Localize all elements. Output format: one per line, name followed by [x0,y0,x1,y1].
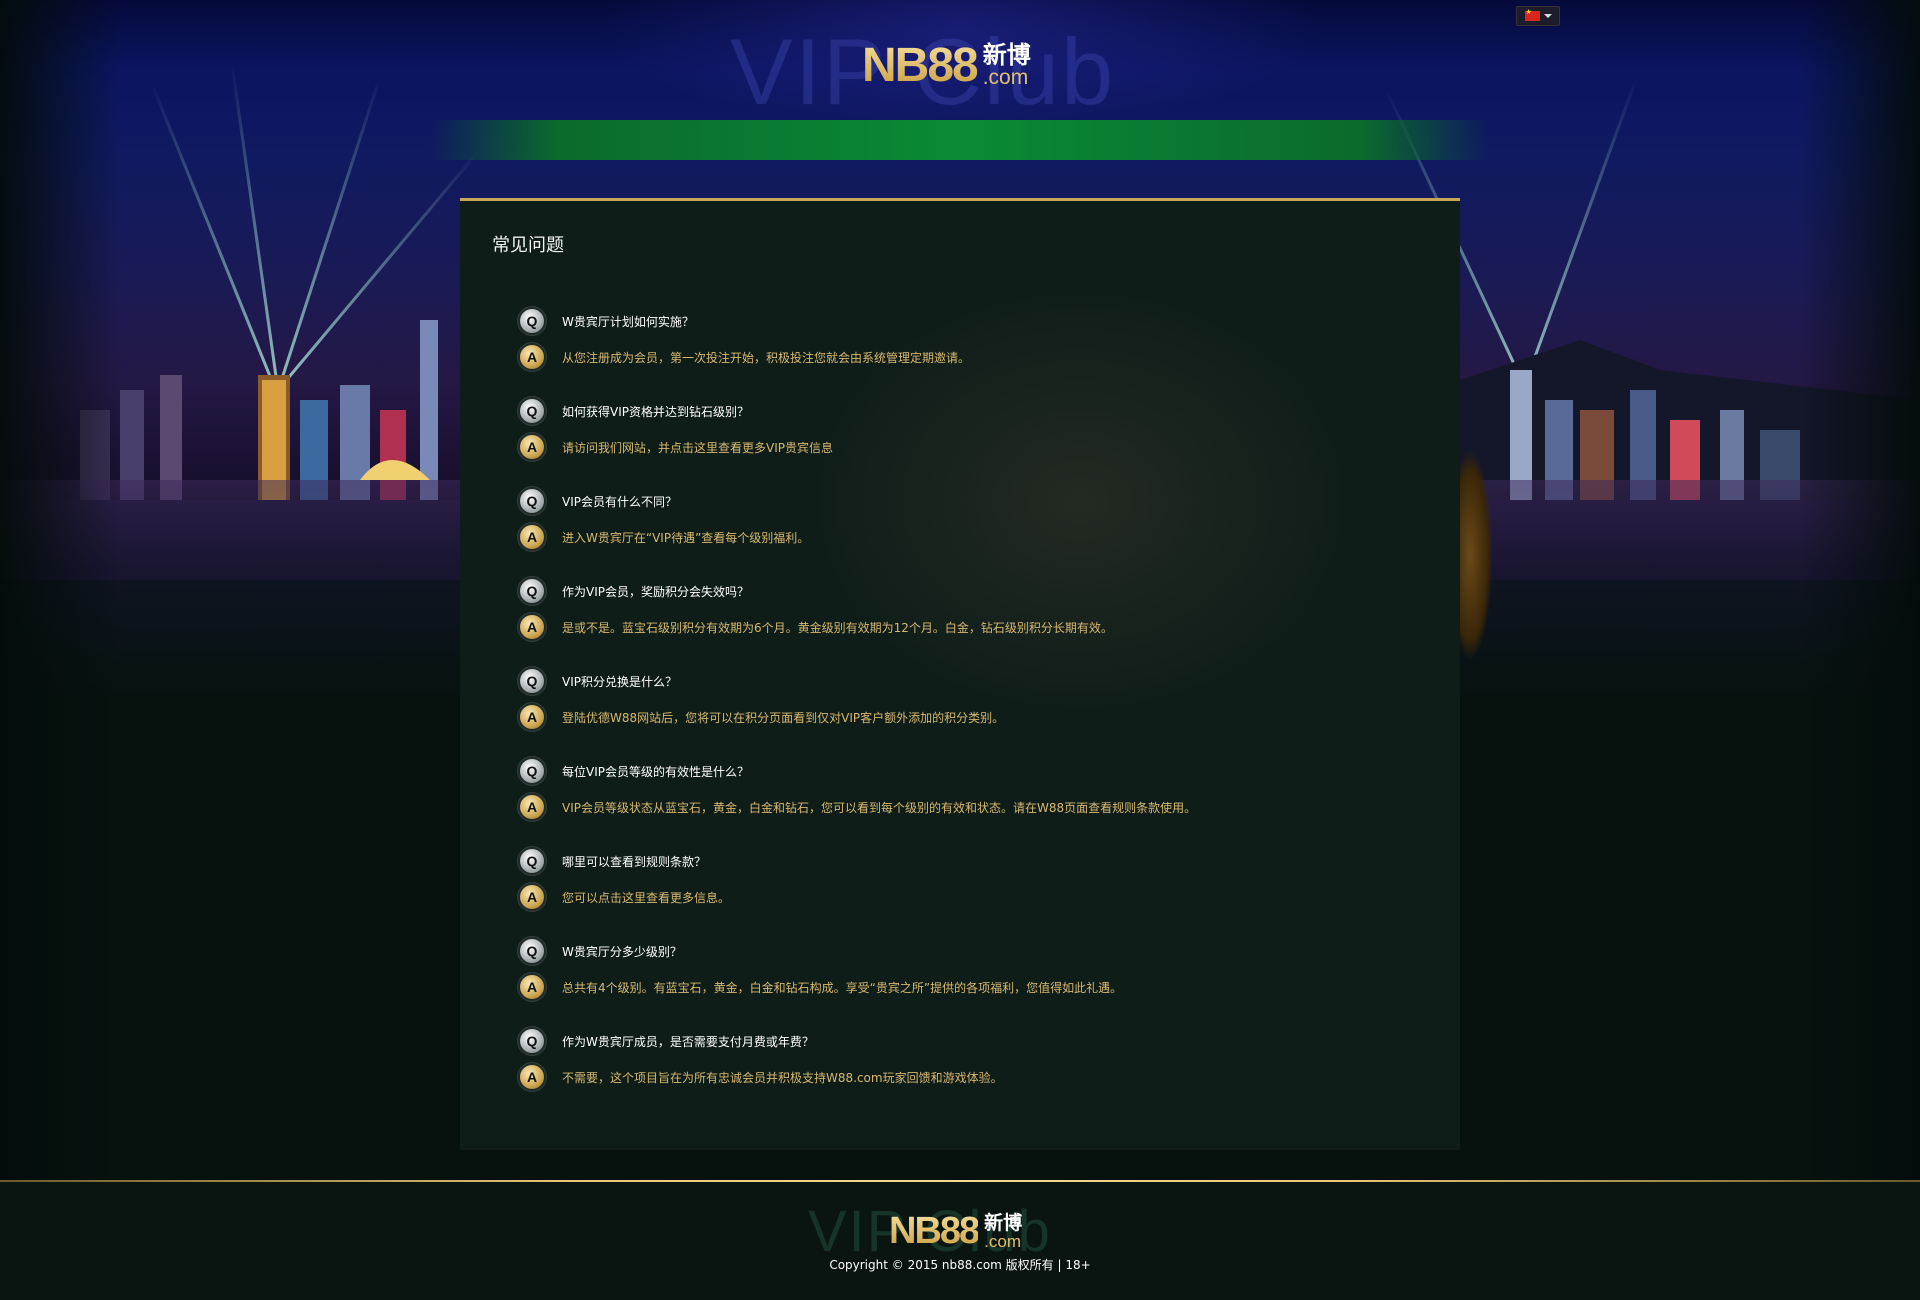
faq-answer: VIP会员等级状态从蓝宝石，黄金，白金和钻石，您可以看到每个级别的有效和状态。请… [562,800,1197,815]
china-flag-icon [1524,8,1540,21]
logo-chinese: 新博 [982,41,1031,69]
faq-question: W贵宾厅分多少级别？ [562,944,682,959]
faq-question: VIP积分兑换是什么？ [562,674,677,689]
faq-answer-row: A 您可以点击这里查看更多信息。 [520,879,1196,915]
faq-answer-row: A 不需要，这个项目旨在为所有忠诚会员并积极支持W88.com玩家回馈和游戏体验… [520,1059,1196,1095]
green-banner-bar [430,120,1490,160]
language-selector[interactable] [1516,6,1560,26]
faq-item: Q W贵宾厅计划如何实施？ A 从您注册成为会员，第一次投注开始，积极投注您就会… [520,303,1196,393]
logo-domain: .com [984,1231,1021,1251]
faq-answer: 总共有4个级别。有蓝宝石，黄金，白金和钻石构成。享受“贵宾之所”提供的各项福利，… [562,980,1123,995]
faq-question-row: Q VIP会员有什么不同？ [520,483,1196,519]
faq-question-row: Q 作为VIP会员，奖励积分会失效吗？ [520,573,1196,609]
faq-item: Q VIP会员有什么不同？ A 进入W贵宾厅在“VIP待遇”查看每个级别福利。 [520,483,1196,573]
faq-list: Q W贵宾厅计划如何实施？ A 从您注册成为会员，第一次投注开始，积极投注您就会… [520,303,1196,1113]
faq-answer[interactable]: 请访问我们网站，并点击这里查看更多VIP贵宾信息 [562,439,833,456]
answer-icon: A [520,975,544,999]
faq-item: Q 作为W贵宾厅成员，是否需要支付月费或年费？ A 不需要，这个项目旨在为所有忠… [520,1023,1196,1113]
faq-answer: 从您注册成为会员，第一次投注开始，积极投注您就会由系统管理定期邀请。 [562,350,971,365]
faq-question-row: Q VIP积分兑换是什么？ [520,663,1196,699]
answer-icon: A [520,525,544,549]
faq-question: 如何获得VIP资格并达到钻石级别？ [562,404,749,419]
answer-icon: A [520,705,544,729]
question-icon: Q [520,489,544,513]
logo-side: 新博 .com [983,43,1031,88]
answer-icon: A [520,1065,544,1089]
copyright-text: Copyright © 2015 nb88.com 版权所有 | 18+ [829,1258,1091,1272]
site-logo[interactable]: NB88 新博 .com [862,38,1031,93]
faq-answer: 不需要，这个项目旨在为所有忠诚会员并积极支持W88.com玩家回馈和游戏体验。 [562,1070,1003,1085]
faq-answer: 登陆优德W88网站后，您将可以在积分页面看到仅对VIP客户额外添加的积分类别。 [562,710,1005,725]
logo-chinese: 新博 [984,1211,1023,1234]
chevron-down-icon [1543,14,1552,18]
answer-icon: A [520,795,544,819]
logo-domain: .com [982,66,1029,89]
faq-answer-row: A VIP会员等级状态从蓝宝石，黄金，白金和钻石，您可以看到每个级别的有效和状态… [520,789,1196,825]
faq-answer-row: A 是或不是。蓝宝石级别积分有效期为6个月。黄金级别有效期为12个月。白金，钻石… [520,609,1196,645]
faq-item: Q 如何获得VIP资格并达到钻石级别？ A 请访问我们网站，并点击这里查看更多V… [520,393,1196,483]
footer-logo[interactable]: NB88 新博 .com [889,1210,1022,1253]
faq-question-row: Q 如何获得VIP资格并达到钻石级别？ [520,393,1196,429]
faq-question: W贵宾厅计划如何实施？ [562,314,694,329]
question-icon: Q [520,759,544,783]
faq-answer: 进入W贵宾厅在“VIP待遇”查看每个级别福利。 [562,530,810,545]
faq-question-row: Q 哪里可以查看到规则条款？ [520,843,1196,879]
question-icon: Q [520,849,544,873]
faq-answer[interactable]: 您可以点击这里查看更多信息。 [562,889,730,906]
faq-question-row: Q W贵宾厅分多少级别？ [520,933,1196,969]
faq-question: VIP会员有什么不同？ [562,494,677,509]
faq-question-row: Q W贵宾厅计划如何实施？ [520,303,1196,339]
question-icon: Q [520,309,544,333]
page-title: 常见问题 [492,235,564,256]
faq-question: 作为W贵宾厅成员，是否需要支付月费或年费？ [562,1034,814,1049]
faq-answer-row: A 请访问我们网站，并点击这里查看更多VIP贵宾信息 [520,429,1196,465]
answer-icon: A [520,435,544,459]
gold-ornament [1460,410,1510,700]
faq-question: 哪里可以查看到规则条款？ [562,854,707,869]
faq-question-row: Q 作为W贵宾厅成员，是否需要支付月费或年费？ [520,1023,1196,1059]
question-icon: Q [520,1029,544,1053]
faq-item: Q VIP积分兑换是什么？ A 登陆优德W88网站后，您将可以在积分页面看到仅对… [520,663,1196,753]
faq-item: Q 哪里可以查看到规则条款？ A 您可以点击这里查看更多信息。 [520,843,1196,933]
question-icon: Q [520,579,544,603]
answer-icon: A [520,885,544,909]
question-icon: Q [520,939,544,963]
faq-question: 作为VIP会员，奖励积分会失效吗？ [562,584,749,599]
faq-item: Q 作为VIP会员，奖励积分会失效吗？ A 是或不是。蓝宝石级别积分有效期为6个… [520,573,1196,663]
faq-answer-row: A 总共有4个级别。有蓝宝石，黄金，白金和钻石构成。享受“贵宾之所”提供的各项福… [520,969,1196,1005]
faq-question-row: Q 每位VIP会员等级的有效性是什么？ [520,753,1196,789]
faq-question: 每位VIP会员等级的有效性是什么？ [562,764,749,779]
faq-answer-row: A 登陆优德W88网站后，您将可以在积分页面看到仅对VIP客户额外添加的积分类别… [520,699,1196,735]
faq-answer-row: A 进入W贵宾厅在“VIP待遇”查看每个级别福利。 [520,519,1196,555]
answer-icon: A [520,345,544,369]
faq-answer-row: A 从您注册成为会员，第一次投注开始，积极投注您就会由系统管理定期邀请。 [520,339,1196,375]
faq-item: Q W贵宾厅分多少级别？ A 总共有4个级别。有蓝宝石，黄金，白金和钻石构成。享… [520,933,1196,1023]
logo-text: NB88 [889,1210,980,1252]
faq-panel: 常见问题 Q W贵宾厅计划如何实施？ A 从您注册成为会员，第一次投注开始，积极… [460,198,1460,1150]
question-icon: Q [520,399,544,423]
question-icon: Q [520,669,544,693]
faq-answer: 是或不是。蓝宝石级别积分有效期为6个月。黄金级别有效期为12个月。白金，钻石级别… [562,620,1113,635]
logo-text: NB88 [862,39,979,92]
answer-icon: A [520,615,544,639]
faq-item: Q 每位VIP会员等级的有效性是什么？ A VIP会员等级状态从蓝宝石，黄金，白… [520,753,1196,843]
logo-side: 新博 .com [984,1211,1023,1251]
